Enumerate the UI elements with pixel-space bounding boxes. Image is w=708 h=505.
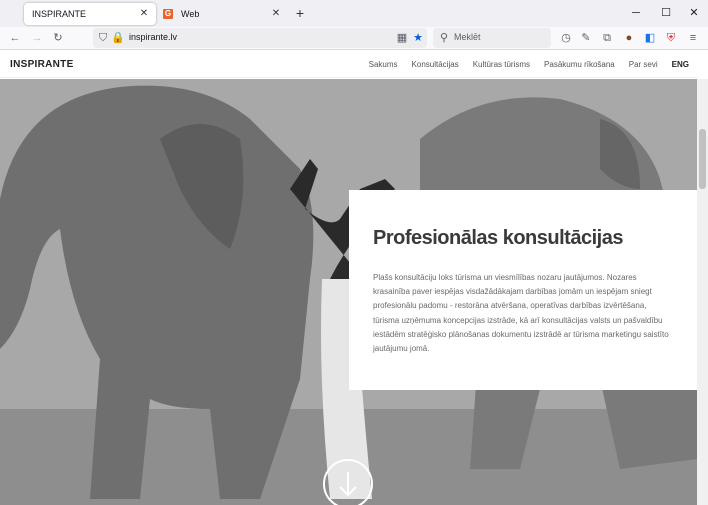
translate-icon[interactable]: ◧ [643,31,657,45]
close-tab-icon[interactable]: ✕ [137,7,151,21]
tab-inspirante[interactable]: INSPIRANTE ✕ [24,3,156,25]
extension-icon[interactable]: ● [622,31,636,45]
site-nav: Sakums Konsultācijas Kultūras tūrisms Pa… [369,60,689,69]
menu-icon[interactable]: ≡ [686,31,700,45]
forward-icon[interactable]: → [30,31,44,45]
back-icon[interactable]: ← [8,31,22,45]
url-text: inspirante.lv [129,32,178,42]
tools-icon[interactable]: ✎ [579,31,593,45]
maximize-icon[interactable]: ☐ [658,6,674,20]
bookmark-star-icon[interactable]: ★ [411,31,425,45]
search-input[interactable]: Meklēt [454,32,481,42]
url-bar[interactable]: ⛉ 🔒 inspirante.lv ▦ ★ [93,28,427,48]
qr-icon[interactable]: ▦ [395,31,409,45]
nav-item-eng[interactable]: ENG [672,60,689,69]
hero-text: Plašs konsultāciju loks tūrisma un viesm… [373,273,669,354]
hero-section: Profesionālas konsultācijas Plašs konsul… [0,79,697,505]
intro-card: Profesionālas konsultācijas Plašs konsul… [349,190,697,390]
adblock-icon[interactable]: ⛨ [664,31,678,45]
nav-item-par-sevi[interactable]: Par sevi [629,60,658,69]
nav-item-pasakumu-rikosana[interactable]: Pasākumu rīkošana [544,60,615,69]
tab-strip: INSPIRANTE ✕ G Web ✕ + ─ ☐ ✕ [0,0,708,27]
new-tab-icon[interactable]: + [292,5,308,21]
close-window-icon[interactable]: ✕ [686,6,702,20]
screenshot-icon[interactable]: ⧉ [600,31,614,45]
favicon-icon: G [163,9,173,19]
minimize-icon[interactable]: ─ [628,6,644,20]
close-tab-icon[interactable]: ✕ [269,7,283,21]
reload-icon[interactable]: ↻ [51,31,65,45]
hero-title: Profesionālas konsultācijas [373,227,623,249]
tab-title: Web [181,9,200,19]
site-header: INSPIRANTE Sakums Konsultācijas Kultūras… [0,51,697,78]
scrollbar-thumb[interactable] [699,129,706,189]
search-icon: ⚲ [439,32,449,44]
lock-icon: 🔒 [111,32,125,44]
nav-item-kulturas-turisms[interactable]: Kultūras tūrisms [473,60,530,69]
tab-title: INSPIRANTE [32,9,87,19]
history-icon[interactable]: ◷ [559,31,573,45]
nav-bar: ← → ↻ ⛉ 🔒 inspirante.lv ▦ ★ ⚲ Meklēt ◷ ✎… [0,27,708,50]
shield-icon: ⛉ [98,32,108,44]
tab-web[interactable]: G Web ✕ [158,3,288,25]
nav-item-sakums[interactable]: Sakums [369,60,398,69]
nav-item-konsultacijas[interactable]: Konsultācijas [412,60,459,69]
site-logo[interactable]: INSPIRANTE [10,59,74,70]
page-scrollbar[interactable] [697,79,708,505]
search-box[interactable]: ⚲ Meklēt [433,28,551,48]
